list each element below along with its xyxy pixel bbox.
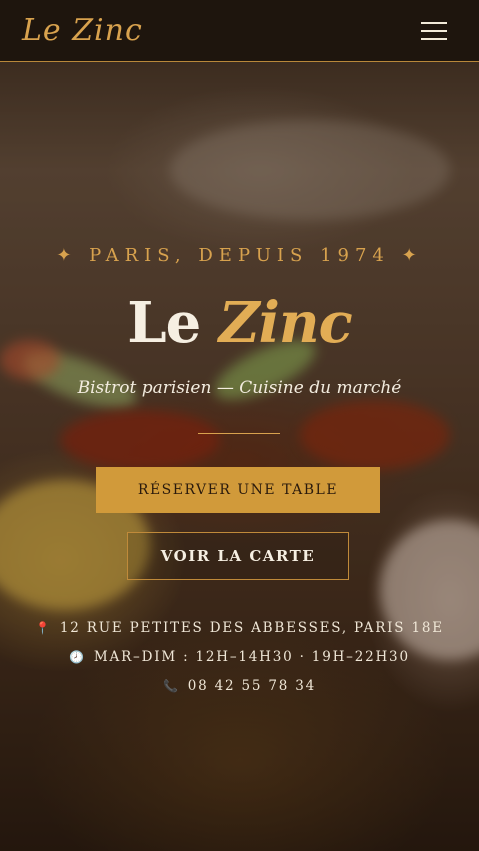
phone-text[interactable]: 08 42 55 78 34 [188, 678, 316, 694]
hero-tagline: ✦ PARIS, DEPUIS 1974 ✦ [56, 245, 423, 266]
hero-content: ✦ PARIS, DEPUIS 1974 ✦ Le Zinc Bistrot p… [0, 0, 479, 851]
divider [198, 433, 280, 434]
title-zinc: Zinc [218, 290, 353, 356]
hero-title: Le Zinc [0, 290, 479, 356]
map-pin-icon: 📍 [35, 621, 52, 635]
title-le: Le [127, 290, 201, 356]
reserve-table-button[interactable]: RÉSERVER UNE TABLE [96, 467, 380, 513]
phone-line[interactable]: 📞 08 42 55 78 34 [0, 678, 479, 694]
clock-icon: 🕗 [69, 650, 86, 664]
view-menu-button[interactable]: VOIR LA CARTE [127, 532, 349, 580]
hours-line: 🕗 MAR–DIM : 12H–14H30 · 19H–22H30 [0, 649, 479, 665]
hours-text: MAR–DIM : 12H–14H30 · 19H–22H30 [93, 649, 410, 665]
address-text: 12 RUE PETITES DES ABBESSES, PARIS 18E [59, 620, 444, 636]
address-line: 📍 12 RUE PETITES DES ABBESSES, PARIS 18E [0, 620, 479, 636]
hero-subtitle: Bistrot parisien — Cuisine du marché [77, 378, 402, 398]
phone-icon: 📞 [162, 679, 180, 693]
